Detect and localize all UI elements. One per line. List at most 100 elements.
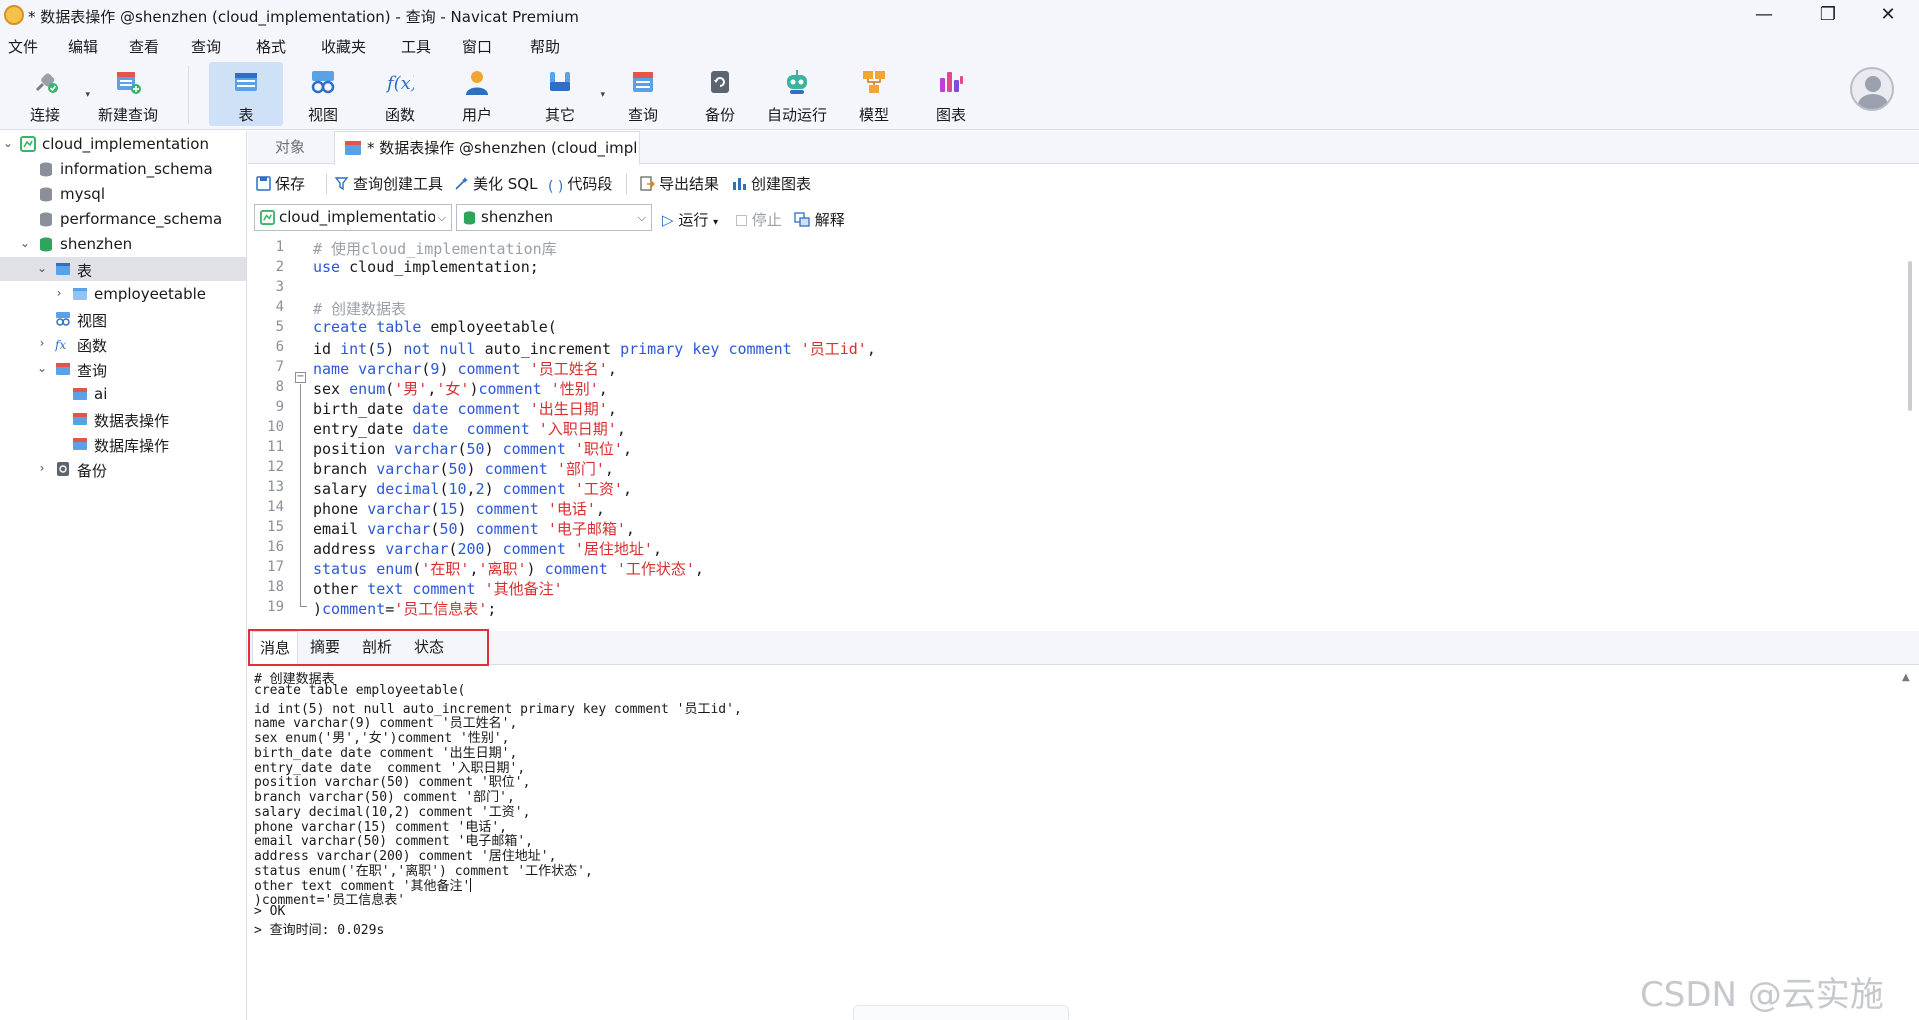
sql-editor[interactable]: 1 2 3 4 5 6 7 8 9 10 11 12 13 14 15 16 17 18 19 − # 使用clou… bbox=[248, 237, 1919, 627]
tree-db-shenzhen[interactable]: ⌄ shenzhen bbox=[0, 232, 246, 256]
tree-db-information-schema[interactable]: information_schema bbox=[0, 157, 246, 181]
chart-bars-icon bbox=[733, 178, 746, 190]
line-number: 6 bbox=[275, 339, 284, 355]
other-dropdown-icon[interactable]: ▾ bbox=[600, 90, 605, 100]
tree-folder-backup[interactable]: › 备份 bbox=[0, 457, 246, 481]
query-builder-button[interactable]: 查询创建工具 bbox=[334, 173, 443, 194]
backup-icon bbox=[57, 462, 69, 476]
tree-folder-label: 视图 bbox=[77, 312, 108, 330]
model-button[interactable]: 模型 bbox=[837, 62, 911, 126]
tree-folder-views[interactable]: 视图 bbox=[0, 307, 246, 331]
message-text: create table employeetable( bbox=[254, 682, 466, 698]
tree-query-label: 数据库操作 bbox=[94, 437, 170, 455]
navicat-app-icon bbox=[4, 5, 24, 25]
chevron-down-icon[interactable]: ⌄ bbox=[19, 236, 31, 250]
tree-folder-queries[interactable]: ⌄ 查询 bbox=[0, 357, 246, 381]
chevron-down-icon[interactable]: ⌄ bbox=[36, 261, 48, 275]
editor-scrollbar[interactable] bbox=[1908, 261, 1912, 411]
menu-file[interactable]: 文件 bbox=[8, 36, 38, 57]
stop-icon bbox=[736, 215, 747, 226]
export-icon bbox=[640, 176, 655, 191]
menu-view[interactable]: 查看 bbox=[129, 36, 159, 57]
tree-db-performance-schema[interactable]: performance_schema bbox=[0, 207, 246, 231]
tree-query-table-ops[interactable]: 数据表操作 bbox=[0, 407, 246, 431]
backup-icon bbox=[711, 71, 729, 93]
fold-guide bbox=[300, 384, 301, 606]
menu-query[interactable]: 查询 bbox=[191, 36, 221, 57]
other-button[interactable]: 其它 ▾ bbox=[523, 62, 605, 126]
chevron-down-icon[interactable]: ⌄ bbox=[2, 136, 14, 150]
user-button[interactable]: 用户 bbox=[440, 62, 514, 126]
plug-icon bbox=[35, 73, 58, 93]
tab-objects[interactable]: 对象 bbox=[248, 131, 332, 164]
query-button[interactable]: 查询 bbox=[606, 62, 680, 126]
save-button[interactable]: 保存 bbox=[256, 173, 305, 194]
tab-query[interactable]: * 数据表操作 @shenzhen (cloud_impl... bbox=[334, 131, 640, 165]
tree-query-db-ops[interactable]: 数据库操作 bbox=[0, 432, 246, 456]
line-number: 8 bbox=[275, 379, 284, 395]
menu-edit[interactable]: 编辑 bbox=[68, 36, 98, 57]
function-button[interactable]: f(x) 函数 bbox=[363, 62, 437, 126]
window-title: * 数据表操作 @shenzhen (cloud_implementation)… bbox=[28, 8, 579, 26]
create-chart-button[interactable]: 创建图表 bbox=[732, 173, 811, 194]
explain-button[interactable]: 解释 bbox=[794, 209, 845, 230]
table-label: 表 bbox=[238, 106, 254, 124]
table-button[interactable]: 表 bbox=[209, 62, 283, 126]
minimize-button[interactable]: — bbox=[1744, 4, 1784, 26]
connection-select[interactable]: cloud_implementation ⌵ bbox=[254, 204, 452, 231]
view-label: 视图 bbox=[307, 106, 338, 124]
message-line: > OK bbox=[254, 904, 285, 919]
tree-query-ai[interactable]: ai bbox=[0, 382, 246, 406]
view-button[interactable]: 视图 bbox=[286, 62, 360, 126]
other-label: 其它 bbox=[544, 106, 575, 124]
chart-button[interactable]: 图表 bbox=[914, 62, 988, 126]
menu-tools[interactable]: 工具 bbox=[401, 36, 431, 57]
tree-folder-functions[interactable]: › fx 函数 bbox=[0, 332, 246, 356]
beautify-sql-button[interactable]: 美化 SQL bbox=[454, 173, 537, 194]
tab-bar: 对象 * 数据表操作 @shenzhen (cloud_impl... bbox=[248, 131, 1919, 165]
auto-run-button[interactable]: 自动运行 bbox=[760, 62, 834, 126]
parentheses-icon: ( ) bbox=[548, 179, 564, 195]
line-number: 16 bbox=[267, 539, 284, 555]
connect-button[interactable]: 连接 ▾ bbox=[8, 62, 90, 126]
menu-favorites[interactable]: 收藏夹 bbox=[321, 36, 366, 57]
code-snippet-button[interactable]: ( ) 代码段 bbox=[548, 173, 613, 195]
tree-db-mysql[interactable]: mysql bbox=[0, 182, 246, 206]
model-icon bbox=[863, 71, 885, 93]
tree-folder-tables[interactable]: ⌄ 表 bbox=[0, 257, 246, 281]
run-button[interactable]: ▷ 运行 ▾ bbox=[662, 209, 718, 230]
maximize-button[interactable]: ❐ bbox=[1808, 4, 1848, 26]
connect-dropdown-icon[interactable]: ▾ bbox=[85, 90, 90, 100]
user-avatar[interactable] bbox=[1850, 67, 1894, 111]
menu-help[interactable]: 帮助 bbox=[530, 36, 560, 57]
chevron-down-icon[interactable]: ⌄ bbox=[36, 361, 48, 375]
tree-table-employeetable[interactable]: › employeetable bbox=[0, 282, 246, 306]
tree-folder-label: 查询 bbox=[77, 362, 108, 380]
beautify-sql-label: 美化 SQL bbox=[473, 175, 538, 193]
tree-table-label: employeetable bbox=[94, 285, 207, 303]
run-dropdown-icon[interactable]: ▾ bbox=[713, 217, 718, 228]
code-snippet-label: 代码段 bbox=[567, 175, 613, 193]
new-query-label: 新建查询 bbox=[97, 106, 158, 124]
menu-format[interactable]: 格式 bbox=[256, 36, 286, 57]
chevron-right-icon[interactable]: › bbox=[53, 286, 65, 300]
tree-db-label: mysql bbox=[60, 185, 105, 203]
close-button[interactable]: ✕ bbox=[1868, 4, 1908, 26]
code-line-11: position varchar(50) comment '职位', bbox=[313, 440, 632, 458]
database-select[interactable]: shenzhen ⌵ bbox=[456, 204, 652, 231]
fold-toggle-icon[interactable]: − bbox=[295, 372, 306, 383]
code-line-4: # 创建数据表 bbox=[313, 300, 407, 318]
chevron-right-icon[interactable]: › bbox=[36, 336, 48, 350]
text-cursor bbox=[470, 877, 472, 892]
chevron-right-icon[interactable]: › bbox=[36, 461, 48, 475]
line-number: 12 bbox=[267, 459, 284, 475]
export-results-button[interactable]: 导出结果 bbox=[640, 173, 719, 194]
backup-label: 备份 bbox=[704, 106, 735, 124]
backup-button[interactable]: 备份 bbox=[683, 62, 757, 126]
stop-button[interactable]: 停止 bbox=[736, 209, 782, 230]
bottom-panel-handle[interactable] bbox=[853, 1005, 1069, 1020]
tree-connection[interactable]: ⌄ cloud_implementation bbox=[0, 132, 246, 156]
menu-window[interactable]: 窗口 bbox=[462, 36, 492, 57]
new-query-button[interactable]: 新建查询 bbox=[91, 62, 165, 126]
scroll-up-arrow-icon[interactable]: ▲ bbox=[1902, 672, 1910, 683]
